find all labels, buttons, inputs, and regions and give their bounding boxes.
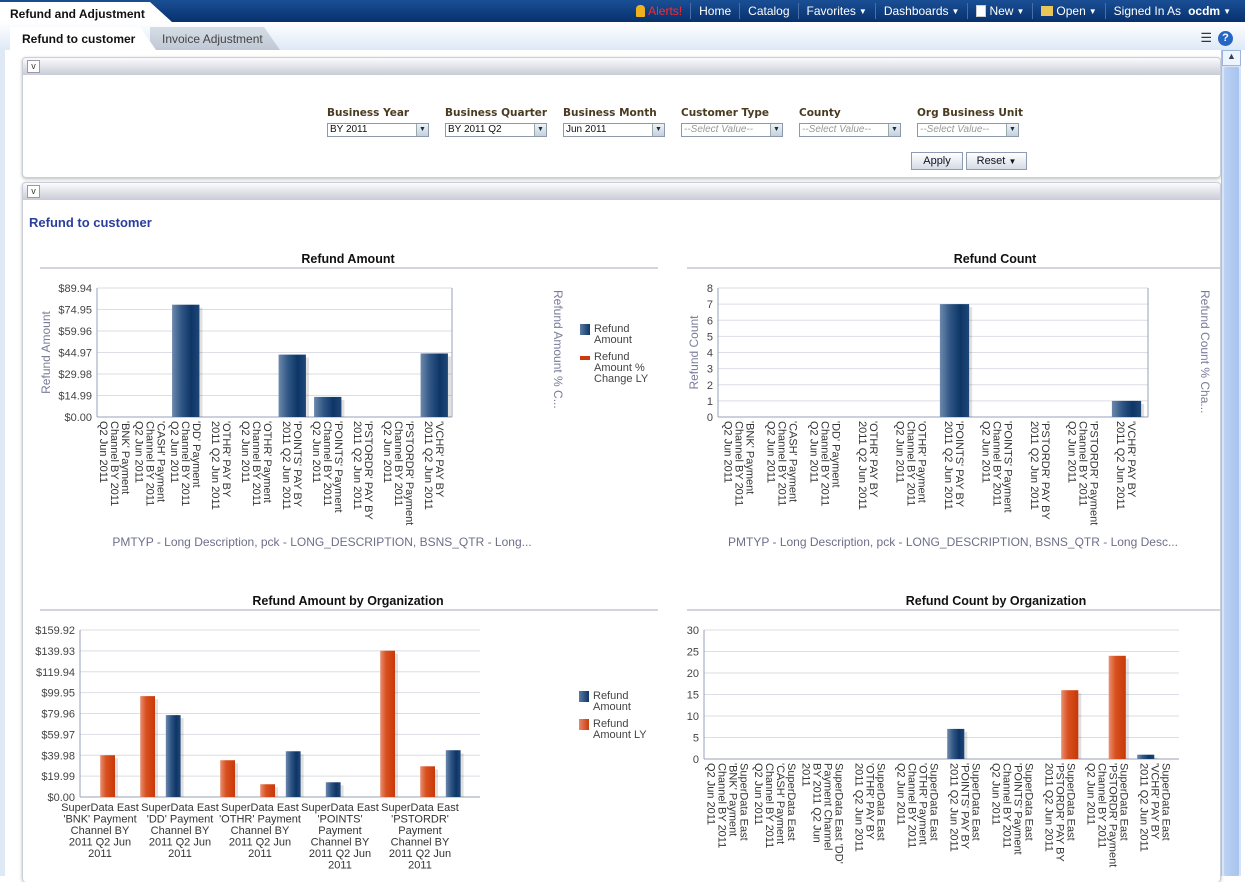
legend-label: Refund Amount — [593, 690, 631, 713]
page-tabs: Invoice Adjustment Refund to customer — [0, 22, 1245, 50]
business-year-select[interactable]: BY 2011 ▼ — [327, 123, 429, 137]
dashboards-label: Dashboards — [883, 4, 949, 18]
tab-refund-to-customer[interactable]: Refund to customer — [10, 27, 156, 50]
legend-swatch — [579, 719, 589, 730]
filter-label-business-year: Business Year — [327, 107, 410, 119]
panel-header — [23, 58, 1220, 75]
business-quarter-select[interactable]: BY 2011 Q2 ▼ — [445, 123, 547, 137]
new-document-icon — [976, 5, 987, 17]
filter-label-business-quarter: Business Quarter — [445, 107, 548, 119]
reset-label: Reset — [976, 155, 1006, 167]
divider — [687, 267, 1220, 269]
page-options-icon[interactable]: ☰ — [1200, 30, 1212, 46]
business-month-select[interactable]: Jun 2011 ▼ — [563, 123, 665, 137]
dropdown-arrow-icon[interactable]: ▼ — [534, 124, 546, 136]
panel-header — [23, 183, 1220, 200]
placeholder: --Select Value-- — [920, 124, 990, 135]
chevron-down-icon: ▼ — [1223, 6, 1231, 16]
legend-label: Refund Amount — [594, 323, 632, 346]
home-label: Home — [699, 4, 732, 18]
username: ocdm — [1188, 4, 1221, 18]
help-icon[interactable]: ? — [1218, 30, 1233, 46]
filter-label-county: County — [799, 107, 841, 119]
chevron-down-icon: ▼ — [951, 6, 960, 16]
scroll-up-icon[interactable]: ▲ — [1222, 50, 1241, 66]
dropdown-arrow-icon[interactable]: ▼ — [652, 124, 664, 136]
dropdown-arrow-icon[interactable]: ▼ — [416, 124, 428, 136]
favorites-menu[interactable]: Favorites ▼ — [797, 3, 875, 19]
alerts-label: Alerts! — [648, 4, 683, 18]
placeholder: --Select Value-- — [802, 124, 872, 135]
apply-button[interactable]: Apply — [911, 152, 963, 170]
divider — [687, 609, 1220, 611]
chevron-down-icon: ▼ — [1088, 6, 1097, 16]
customer-type-select[interactable]: --Select Value-- ▼ — [681, 123, 783, 137]
legend-item: Refund Amount % Change LY — [580, 352, 660, 385]
vertical-scrollbar[interactable]: ▲ — [1221, 50, 1241, 876]
section-title: Refund to customer — [29, 215, 152, 230]
catalog-label: Catalog — [748, 4, 790, 18]
chevron-down-icon: ▼ — [1016, 6, 1025, 16]
placeholder: --Select Value-- — [684, 124, 754, 135]
catalog-link[interactable]: Catalog — [739, 3, 797, 19]
filter-label-business-month: Business Month — [563, 107, 657, 119]
legend-swatch — [579, 691, 589, 702]
selected-value: BY 2011 Q2 — [448, 124, 502, 135]
chevron-down-icon: ▼ — [858, 6, 867, 16]
favorites-label: Favorites — [806, 4, 856, 18]
filter-label-org-business-unit: Org Business Unit — [917, 107, 1023, 119]
chart-title-refund-count: Refund Count — [953, 252, 1037, 266]
tab-invoice-adjustment[interactable]: Invoice Adjustment — [150, 27, 280, 50]
new-label: New — [989, 4, 1014, 18]
filter-label-customer-type: Customer Type — [681, 107, 769, 119]
selected-value: BY 2011 — [330, 124, 368, 135]
legend-label: Refund Amount LY — [593, 718, 647, 741]
dropdown-arrow-icon[interactable]: ▼ — [1006, 124, 1018, 136]
dropdown-arrow-icon[interactable]: ▼ — [770, 124, 782, 136]
chevron-down-icon: ▼ — [1008, 157, 1017, 166]
selected-value: Jun 2011 — [566, 124, 607, 135]
chart-title-refund-amount-by-org: Refund Amount by Organization — [252, 594, 444, 608]
top-bar: Refund and Adjustment Alerts! Home Catal… — [0, 0, 1245, 22]
bell-icon — [636, 5, 646, 17]
legend-refund-amount: Refund Amount Refund Amount % Change LY — [580, 324, 660, 391]
global-nav: Alerts! Home Catalog Favorites ▼ Dashboar… — [628, 0, 1239, 22]
content-panel: v — [22, 182, 1221, 882]
user-menu[interactable]: Signed In As ocdm ▼ — [1104, 3, 1239, 19]
divider — [40, 267, 658, 269]
reset-button[interactable]: Reset ▼ — [966, 152, 1027, 170]
legend-item: Refund Amount LY — [579, 719, 654, 741]
app-title: Refund and Adjustment — [0, 2, 172, 22]
open-label: Open — [1056, 4, 1086, 18]
scrollbar-thumb[interactable] — [1224, 67, 1239, 876]
legend-refund-amount-by-org: Refund Amount Refund Amount LY — [579, 691, 654, 747]
signed-in-label: Signed In As — [1113, 4, 1182, 18]
chart-title-refund-amount: Refund Amount — [301, 252, 395, 266]
legend-swatch — [580, 356, 590, 360]
x-axis-title: PMTYP - Long Description, pck - LONG_DES… — [728, 535, 1178, 549]
legend-label: Refund Amount % Change LY — [594, 351, 649, 385]
legend-swatch — [580, 324, 590, 335]
folder-icon — [1041, 6, 1054, 16]
open-menu[interactable]: Open ▼ — [1032, 3, 1104, 19]
dropdown-arrow-icon[interactable]: ▼ — [888, 124, 900, 136]
divider — [40, 609, 658, 611]
legend-item: Refund Amount — [579, 691, 654, 713]
collapse-button[interactable]: v — [27, 60, 40, 73]
chart-title-refund-count-by-org: Refund Count by Organization — [905, 594, 1087, 608]
county-select[interactable]: --Select Value-- ▼ — [799, 123, 901, 137]
x-axis-title: PMTYP - Long Description, pck - LONG_DES… — [112, 535, 532, 549]
home-link[interactable]: Home — [690, 3, 739, 19]
page-options: ☰ ? — [1200, 30, 1233, 46]
legend-item: Refund Amount — [580, 324, 660, 346]
left-border — [0, 50, 5, 876]
org-business-unit-select[interactable]: --Select Value-- ▼ — [917, 123, 1019, 137]
dashboards-menu[interactable]: Dashboards ▼ — [874, 3, 968, 19]
new-menu[interactable]: New ▼ — [967, 3, 1032, 19]
alerts-link[interactable]: Alerts! — [628, 3, 690, 19]
collapse-button[interactable]: v — [27, 185, 40, 198]
